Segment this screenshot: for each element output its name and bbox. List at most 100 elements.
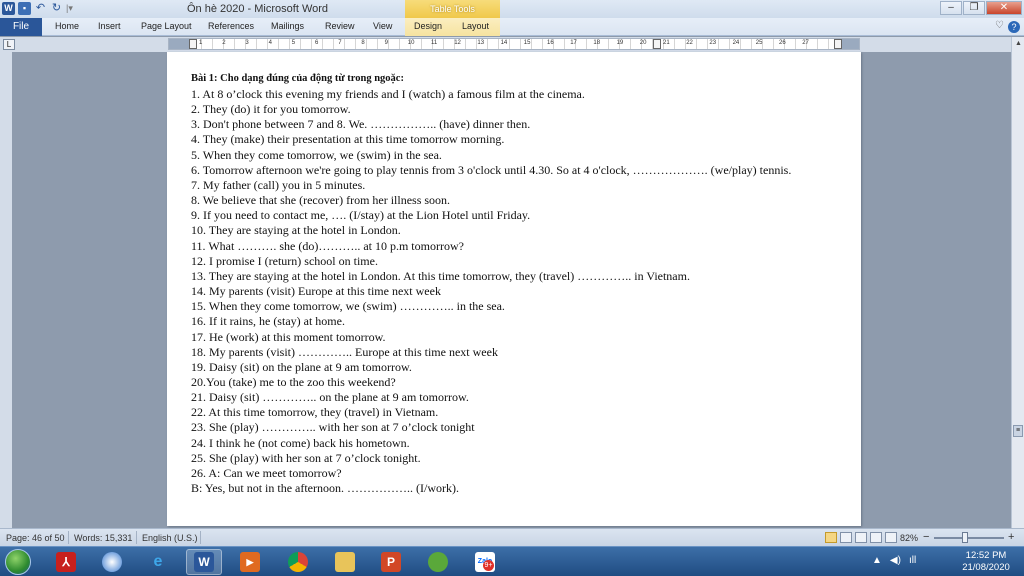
video-player-icon: ▶ [240, 552, 260, 572]
minimize-button[interactable]: – [940, 1, 962, 15]
system-clock[interactable]: 12:52 PM 21/08/2020 [956, 550, 1016, 574]
window-controls: – ❐ ✕ [940, 1, 1022, 15]
right-indent-marker[interactable] [834, 39, 842, 49]
undo-icon[interactable]: ↶ [34, 2, 47, 15]
exercise-line: 20.You (take) me to the zoo this weekend… [191, 374, 396, 389]
ruler-number: 13 [477, 40, 485, 46]
taskbar-app-chrome[interactable] [280, 549, 316, 575]
internet-explorer-icon: e [153, 553, 163, 570]
zoom-slider[interactable] [934, 537, 1004, 539]
scroll-thumb[interactable]: ≡ [1013, 425, 1023, 437]
zoom-level[interactable]: 82% [900, 533, 918, 543]
taskbar-app-unikey[interactable] [420, 549, 456, 575]
exercise-line: 17. He (work) at this moment tomorrow. [191, 329, 386, 344]
tab-selector-icon[interactable]: L [3, 39, 15, 50]
tab-layout[interactable]: Layout [462, 21, 489, 31]
exercise-line: B: Yes, but not in the afternoon. …………….… [191, 481, 459, 496]
tab-references[interactable]: References [208, 21, 254, 31]
exercise-line: 23. She (play) ………….. with her son at 7 … [191, 420, 475, 435]
ruler-number: 8 [361, 40, 365, 46]
ruler-number: 9 [384, 40, 388, 46]
ruler-number: 11 [431, 40, 438, 46]
network-signal-icon[interactable]: ıll [909, 555, 916, 566]
taskbar-app-powerpoint[interactable]: P [373, 549, 409, 575]
word-app-icon[interactable]: W [2, 2, 15, 15]
ruler-number: 16 [547, 40, 554, 46]
save-icon[interactable]: ▪ [18, 2, 31, 15]
ribbon-tabs: File Home Insert Page Layout References … [0, 18, 1024, 36]
ruler-number: 10 [407, 40, 415, 46]
clock-time: 12:52 PM [965, 550, 1007, 561]
ruler-number: 22 [686, 40, 693, 46]
zoom-in-icon[interactable]: + [1008, 531, 1014, 543]
taskbar-app-media-player[interactable] [94, 549, 130, 575]
tab-file[interactable]: File [0, 18, 42, 36]
ruler-number: 14 [500, 40, 508, 46]
status-separator [136, 531, 137, 544]
table-tools-context-label: Table Tools [405, 0, 500, 18]
ruler-number: 21 [663, 40, 670, 46]
zoom-out-icon[interactable]: − [923, 531, 929, 543]
word-icon: W [194, 552, 214, 572]
exercise-line: 3. Don't phone between 7 and 8. We. …………… [191, 117, 531, 132]
exercise-line: 12. I promise I (return) school on time. [191, 253, 378, 268]
zalo-notification-badge: 9+ [483, 560, 494, 571]
taskbar-app-explorer[interactable] [327, 549, 363, 575]
tab-design[interactable]: Design [414, 21, 442, 31]
tab-mailings[interactable]: Mailings [271, 21, 304, 31]
folder-icon [335, 552, 355, 572]
taskbar-app-word[interactable]: W [186, 549, 222, 575]
taskbar-app-ie[interactable]: e [140, 549, 176, 575]
word-count[interactable]: Words: 15,331 [74, 533, 132, 543]
acrobat-icon: ⅄ [56, 552, 76, 572]
title-bar: W ▪ ↶ ↻ |▾ Ôn hè 2020 - Microsoft Word T… [0, 0, 1024, 18]
scroll-up-icon[interactable]: ▲ [1012, 37, 1024, 50]
exercise-line: 21. Daisy (sit) ………….. on the plane at 9… [191, 390, 469, 405]
exercise-line: 6. Tomorrow afternoon we're going to pla… [191, 162, 792, 177]
exercise-line: 22. At this time tomorrow, they (travel)… [191, 405, 439, 420]
exercise-line: 25. She (play) with her son at 7 o’clock… [191, 450, 421, 465]
table-column-marker[interactable] [653, 39, 661, 49]
exercise-line: 7. My father (call) you in 5 minutes. [191, 177, 366, 192]
document-page[interactable]: Bài 1: Cho dạng đúng của động từ trong n… [167, 52, 861, 526]
redo-icon[interactable]: ↻ [50, 2, 63, 15]
exercise-line: 26. A: Can we meet tomorrow? [191, 465, 342, 480]
exercise-line: 2. They (do) it for you tomorrow. [191, 102, 351, 117]
customize-qat-icon[interactable]: |▾ [66, 3, 73, 14]
horizontal-ruler[interactable]: 1 2 3 4 5 6 7 8 9 10 11 12 13 14 15 16 17 18 19 20 21 22 23 24 2… [168, 38, 860, 50]
exercise-heading: Bài 1: Cho dạng đúng của động từ trong n… [191, 73, 404, 84]
web-layout-view-icon[interactable] [855, 532, 867, 543]
language[interactable]: English (U.S.) [142, 533, 198, 543]
ruler-number: 1 [199, 40, 203, 46]
left-indent-marker[interactable] [189, 39, 197, 49]
restore-button[interactable]: ❐ [963, 1, 985, 15]
ruler-number: 19 [616, 40, 624, 46]
show-hidden-icons-icon[interactable]: ▲ [872, 555, 882, 566]
help-icon[interactable]: ? [1008, 21, 1020, 33]
taskbar-app-video[interactable]: ▶ [232, 549, 268, 575]
tab-home[interactable]: Home [55, 21, 79, 31]
vertical-scrollbar[interactable]: ▲ ≡ [1011, 37, 1024, 528]
print-layout-view-icon[interactable] [825, 532, 837, 543]
full-screen-reading-view-icon[interactable] [840, 532, 852, 543]
ruler-row: L 1 2 3 4 5 6 7 8 9 10 11 12 13 14 15 16 17 18 19 20 21 22 23 2… [0, 37, 1024, 52]
tab-view[interactable]: View [373, 21, 392, 31]
ruler-number: 2 [222, 40, 226, 46]
tab-page-layout[interactable]: Page Layout [141, 21, 192, 31]
ruler-number: 3 [245, 40, 249, 46]
outline-view-icon[interactable] [870, 532, 882, 543]
unikey-icon [428, 552, 448, 572]
close-button[interactable]: ✕ [986, 1, 1022, 15]
document-content[interactable]: Bài 1: Cho dạng đúng của động từ trong n… [191, 72, 851, 496]
minimize-ribbon-icon[interactable]: ♡ [995, 20, 1004, 31]
taskbar-app-acrobat[interactable]: ⅄ [48, 549, 84, 575]
page-count[interactable]: Page: 46 of 50 [6, 533, 65, 543]
tab-review[interactable]: Review [325, 21, 355, 31]
draft-view-icon[interactable] [885, 532, 897, 543]
start-button-icon[interactable] [5, 549, 31, 575]
ruler-number: 5 [291, 40, 296, 46]
volume-icon[interactable]: ◀) [890, 555, 901, 566]
tab-insert[interactable]: Insert [98, 21, 121, 31]
ruler-number: 24 [732, 40, 740, 46]
zoom-slider-thumb[interactable] [962, 532, 968, 543]
